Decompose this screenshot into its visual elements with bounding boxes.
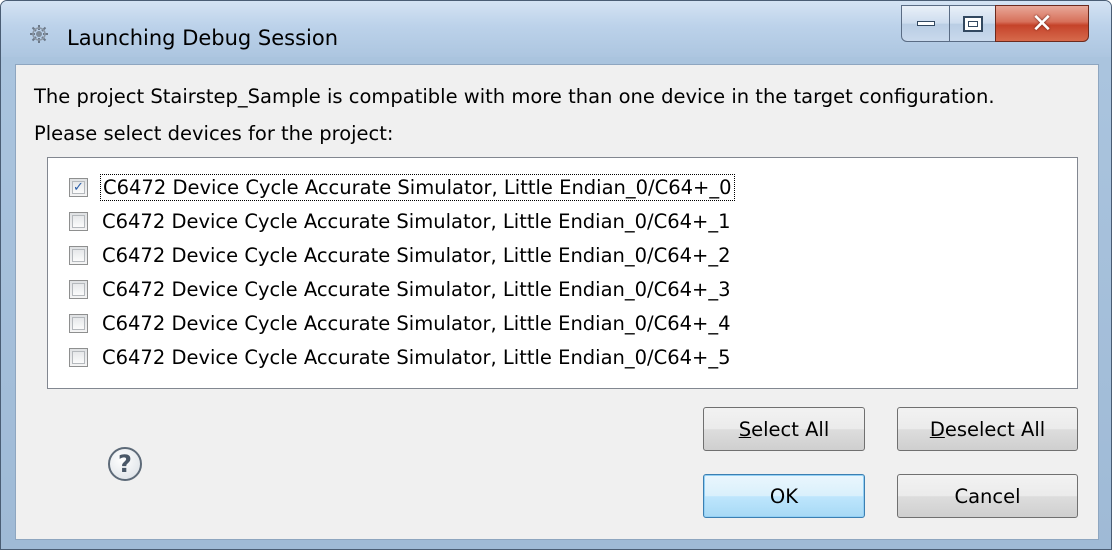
deselect-all-mnemonic: D: [929, 417, 945, 441]
dialog-content: The project Stairstep_Sample is compatib…: [15, 64, 1099, 540]
checkmark-icon: ✓: [72, 179, 85, 195]
device-row[interactable]: C6472 Device Cycle Accurate Simulator, L…: [48, 272, 1077, 306]
dialog-window: Launching Debug Session ✕ The project St…: [0, 0, 1112, 550]
select-all-mnemonic: S: [738, 417, 752, 441]
device-row[interactable]: C6472 Device Cycle Accurate Simulator, L…: [48, 306, 1077, 340]
cancel-button[interactable]: Cancel: [897, 474, 1078, 518]
select-all-button[interactable]: Select All: [703, 407, 865, 451]
device-label: C6472 Device Cycle Accurate Simulator, L…: [102, 277, 731, 301]
minimize-icon: [916, 21, 935, 26]
checkbox-box: [72, 248, 85, 262]
device-checkbox[interactable]: [69, 347, 88, 367]
device-checkbox[interactable]: [69, 313, 88, 333]
description-line-2: Please select devices for the project:: [34, 122, 394, 145]
deselect-all-label: eselect All: [944, 417, 1046, 441]
device-row[interactable]: C6472 Device Cycle Accurate Simulator, L…: [48, 204, 1077, 238]
checkbox-box: [72, 282, 85, 296]
device-checkbox[interactable]: ✓: [69, 177, 88, 197]
device-row[interactable]: ✓ C6472 Device Cycle Accurate Simulator, …: [48, 170, 1077, 204]
maximize-icon: [962, 15, 983, 32]
device-label: C6472 Device Cycle Accurate Simulator, L…: [102, 345, 731, 369]
close-button[interactable]: ✕: [995, 5, 1089, 42]
checkbox-box: [72, 214, 85, 228]
device-list[interactable]: ✓ C6472 Device Cycle Accurate Simulator, …: [47, 157, 1078, 389]
close-icon: ✕: [1031, 8, 1053, 39]
description-line-1: The project Stairstep_Sample is compatib…: [34, 85, 995, 108]
ok-label: OK: [769, 484, 799, 508]
device-label: C6472 Device Cycle Accurate Simulator, L…: [100, 173, 735, 201]
device-label: C6472 Device Cycle Accurate Simulator, L…: [102, 209, 731, 233]
title-bar[interactable]: Launching Debug Session ✕: [1, 1, 1111, 57]
device-row[interactable]: C6472 Device Cycle Accurate Simulator, L…: [48, 340, 1077, 374]
device-checkbox[interactable]: [69, 245, 88, 265]
device-label: C6472 Device Cycle Accurate Simulator, L…: [102, 311, 731, 335]
device-checkbox[interactable]: [69, 279, 88, 299]
minimize-button[interactable]: [901, 5, 950, 42]
debug-session-icon: [30, 25, 48, 43]
help-icon[interactable]: ?: [108, 447, 142, 481]
device-row[interactable]: C6472 Device Cycle Accurate Simulator, L…: [48, 238, 1077, 272]
checkbox-box: [72, 350, 85, 364]
ok-button[interactable]: OK: [703, 474, 865, 518]
maximize-button[interactable]: [949, 5, 996, 42]
cancel-label: Cancel: [954, 484, 1021, 508]
checkbox-box: [72, 316, 85, 330]
device-checkbox[interactable]: [69, 211, 88, 231]
select-all-label: elect All: [751, 417, 830, 441]
device-label: C6472 Device Cycle Accurate Simulator, L…: [102, 243, 731, 267]
deselect-all-button[interactable]: Deselect All: [897, 407, 1078, 451]
window-title: Launching Debug Session: [67, 26, 339, 50]
